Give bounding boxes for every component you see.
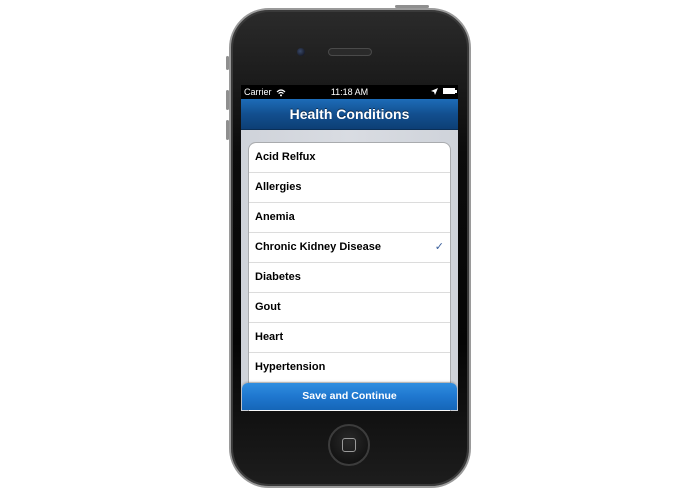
page-title: Health Conditions bbox=[289, 106, 410, 122]
mute-switch bbox=[226, 56, 229, 70]
list-item-label: Acid Relfux bbox=[255, 151, 316, 163]
app-screen: Carrier 11:18 AM Health Conditions Acid … bbox=[241, 85, 458, 411]
list-item-hypertension[interactable]: Hypertension bbox=[249, 353, 450, 383]
home-button[interactable] bbox=[328, 424, 370, 466]
content-area: Acid Relfux Allergies Anemia Chronic Kid… bbox=[241, 130, 458, 411]
list-item-label: Diabetes bbox=[255, 271, 301, 283]
earpiece-speaker bbox=[328, 48, 372, 56]
list-item-label: Allergies bbox=[255, 181, 302, 193]
navigation-bar: Health Conditions bbox=[241, 99, 458, 130]
power-button bbox=[395, 5, 429, 8]
conditions-list: Acid Relfux Allergies Anemia Chronic Kid… bbox=[248, 142, 451, 411]
list-item-label: Gout bbox=[255, 301, 281, 313]
list-item-diabetes[interactable]: Diabetes bbox=[249, 263, 450, 293]
list-item-acid-reflux[interactable]: Acid Relfux bbox=[249, 143, 450, 173]
list-item-heart[interactable]: Heart bbox=[249, 323, 450, 353]
list-item-allergies[interactable]: Allergies bbox=[249, 173, 450, 203]
list-item-label: Chronic Kidney Disease bbox=[255, 241, 381, 253]
front-camera bbox=[297, 48, 305, 56]
volume-down-button bbox=[226, 120, 229, 140]
list-item-label: Hypertension bbox=[255, 361, 326, 373]
location-arrow-icon bbox=[431, 85, 438, 100]
save-and-continue-button[interactable]: Save and Continue bbox=[242, 383, 457, 410]
list-item-label: Anemia bbox=[255, 211, 295, 223]
status-time: 11:18 AM bbox=[330, 87, 369, 97]
checkmark-icon: ✓ bbox=[434, 241, 444, 253]
list-item-label: Heart bbox=[255, 331, 284, 343]
battery-icon bbox=[443, 88, 457, 94]
volume-up-button bbox=[226, 90, 229, 110]
list-item-chronic-kidney-disease[interactable]: Chronic Kidney Disease ✓ bbox=[249, 233, 450, 263]
list-item-anemia[interactable]: Anemia bbox=[249, 203, 450, 233]
list-item-gout[interactable]: Gout bbox=[249, 293, 450, 323]
status-bar: Carrier 11:18 AM bbox=[241, 85, 458, 99]
